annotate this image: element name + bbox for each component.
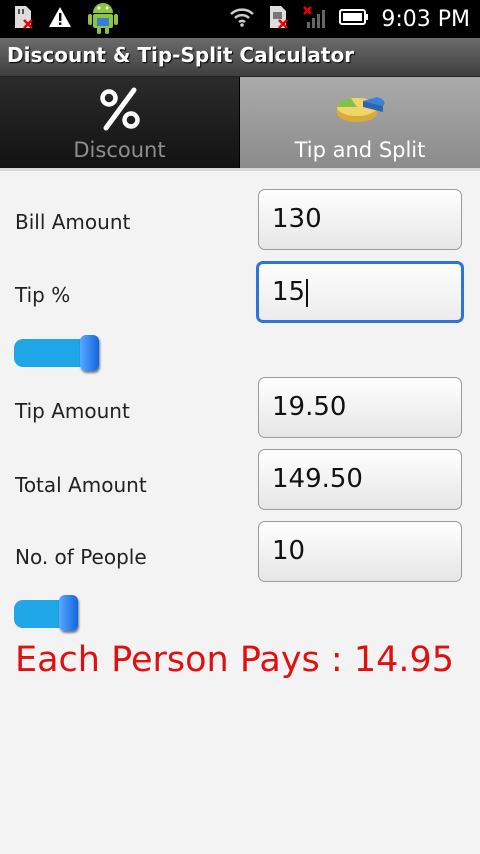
warning-icon — [48, 6, 72, 32]
tab-tip-and-split-label: Tip and Split — [294, 138, 426, 162]
percent-icon — [0, 87, 239, 135]
status-bar: 9:03 PM — [0, 0, 480, 38]
tab-divider — [0, 168, 480, 171]
tip-percent-label: Tip % — [15, 283, 71, 307]
wifi-icon — [229, 6, 255, 32]
per-person-result: Each Person Pays : 14.95 — [15, 640, 455, 680]
tip-percent-value: 15 — [272, 277, 306, 307]
tab-bar: Discount Tip and Split — [0, 77, 480, 170]
sim-icon — [267, 4, 289, 34]
people-count-label: No. of People — [15, 545, 147, 569]
total-amount-field[interactable]: 149.50 — [258, 449, 462, 510]
people-slider-thumb[interactable] — [59, 595, 78, 631]
tab-tip-and-split[interactable]: Tip and Split — [240, 77, 480, 170]
people-count-input[interactable]: 10 — [258, 521, 462, 582]
bill-amount-value: 130 — [272, 204, 322, 234]
app-title-bar: Discount & Tip-Split Calculator — [0, 38, 480, 77]
app-title: Discount & Tip-Split Calculator — [7, 43, 355, 67]
tip-amount-value: 19.50 — [272, 392, 347, 422]
bill-amount-label: Bill Amount — [15, 210, 131, 234]
tip-percent-slider-thumb[interactable] — [80, 335, 99, 371]
pie-chart-icon — [240, 87, 480, 131]
battery-icon — [339, 8, 369, 30]
tab-discount-label: Discount — [73, 138, 166, 162]
android-icon — [86, 0, 120, 39]
bill-amount-input[interactable]: 130 — [258, 189, 462, 250]
text-cursor — [306, 278, 309, 307]
total-amount-label: Total Amount — [15, 473, 147, 497]
total-amount-value: 149.50 — [272, 464, 363, 494]
sd-card-icon — [12, 4, 34, 34]
tip-percent-input[interactable]: 15 — [256, 261, 464, 323]
status-time: 9:03 PM — [381, 6, 470, 32]
people-count-value: 10 — [272, 536, 306, 566]
tab-discount[interactable]: Discount — [0, 77, 240, 170]
tip-amount-label: Tip Amount — [15, 399, 130, 423]
no-signal-icon — [301, 4, 327, 34]
tip-amount-field[interactable]: 19.50 — [258, 377, 462, 438]
